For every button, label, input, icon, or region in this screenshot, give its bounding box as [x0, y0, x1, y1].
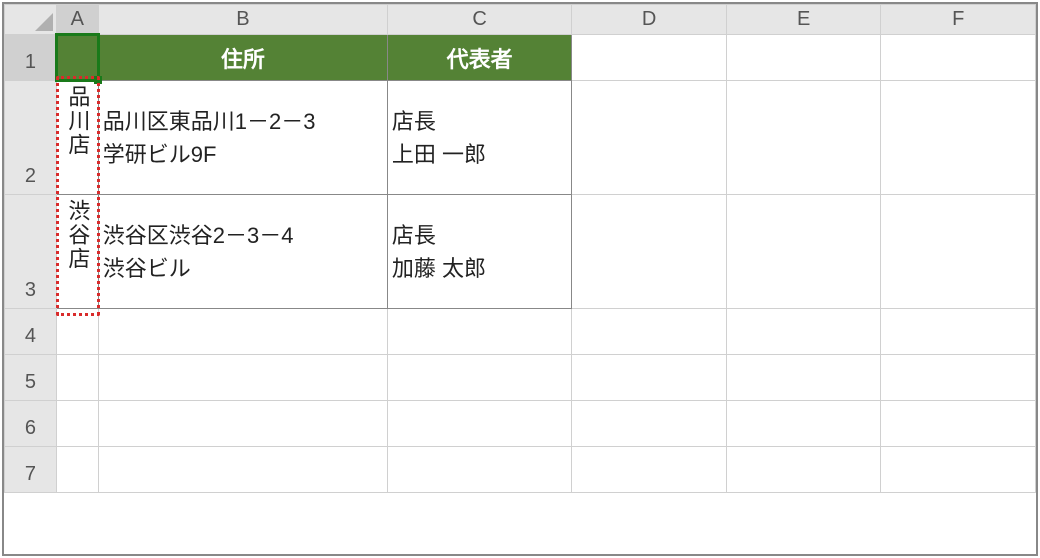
cell-B1[interactable]: 住所 [98, 35, 387, 81]
spreadsheet: A B C D E F 1 住所 代表者 2 品川 [2, 2, 1038, 556]
cell-A2[interactable]: 品川店 [56, 81, 98, 195]
cell-C4[interactable] [387, 309, 571, 355]
col-header-A[interactable]: A [56, 5, 98, 35]
row-header-1[interactable]: 1 [5, 35, 57, 81]
row-4: 4 [5, 309, 1036, 355]
cell-D6[interactable] [572, 401, 727, 447]
cell-D2[interactable] [572, 81, 727, 195]
cell-E4[interactable] [726, 309, 881, 355]
column-header-row: A B C D E F [5, 5, 1036, 35]
cell-D3[interactable] [572, 195, 727, 309]
row-header-4[interactable]: 4 [5, 309, 57, 355]
cell-E3[interactable] [726, 195, 881, 309]
col-header-F[interactable]: F [881, 5, 1036, 35]
row-header-7[interactable]: 7 [5, 447, 57, 493]
grid-table: A B C D E F 1 住所 代表者 2 品川 [4, 4, 1036, 493]
cell-C2[interactable]: 店長 上田 一郎 [387, 81, 571, 195]
cell-E7[interactable] [726, 447, 881, 493]
cell-B4[interactable] [98, 309, 387, 355]
row-header-5[interactable]: 5 [5, 355, 57, 401]
select-all-corner[interactable] [5, 5, 57, 35]
row-1: 1 住所 代表者 [5, 35, 1036, 81]
cell-B3[interactable]: 渋谷区渋谷2－3－4 渋谷ビル [98, 195, 387, 309]
row-2: 2 品川店 品川区東品川1－2－3 学研ビル9F 店長 上田 一郎 [5, 81, 1036, 195]
cell-F4[interactable] [881, 309, 1036, 355]
row-6: 6 [5, 401, 1036, 447]
cell-C6[interactable] [387, 401, 571, 447]
cell-C7[interactable] [387, 447, 571, 493]
cell-C1[interactable]: 代表者 [387, 35, 571, 81]
cell-E5[interactable] [726, 355, 881, 401]
row-5: 5 [5, 355, 1036, 401]
cell-A5[interactable] [56, 355, 98, 401]
row-header-2[interactable]: 2 [5, 81, 57, 195]
cell-E6[interactable] [726, 401, 881, 447]
cell-E1[interactable] [726, 35, 881, 81]
cell-A7[interactable] [56, 447, 98, 493]
cell-C3[interactable]: 店長 加藤 太郎 [387, 195, 571, 309]
cell-D5[interactable] [572, 355, 727, 401]
col-header-B[interactable]: B [98, 5, 387, 35]
cell-A3[interactable]: 渋谷店 [56, 195, 98, 309]
cell-A4[interactable] [56, 309, 98, 355]
cell-E2[interactable] [726, 81, 881, 195]
row-7: 7 [5, 447, 1036, 493]
col-header-D[interactable]: D [572, 5, 727, 35]
cell-B2[interactable]: 品川区東品川1－2－3 学研ビル9F [98, 81, 387, 195]
cell-B5[interactable] [98, 355, 387, 401]
grid-wrapper: A B C D E F 1 住所 代表者 2 品川 [4, 4, 1036, 493]
selection-box [55, 33, 100, 82]
col-header-C[interactable]: C [387, 5, 571, 35]
row-3: 3 渋谷店 渋谷区渋谷2－3－4 渋谷ビル 店長 加藤 太郎 [5, 195, 1036, 309]
cell-D4[interactable] [572, 309, 727, 355]
cell-F3[interactable] [881, 195, 1036, 309]
row-header-6[interactable]: 6 [5, 401, 57, 447]
fill-handle[interactable] [94, 76, 102, 84]
cell-F7[interactable] [881, 447, 1036, 493]
cell-D7[interactable] [572, 447, 727, 493]
row-header-3[interactable]: 3 [5, 195, 57, 309]
cell-D1[interactable] [572, 35, 727, 81]
cell-A6[interactable] [56, 401, 98, 447]
cell-F2[interactable] [881, 81, 1036, 195]
col-header-E[interactable]: E [726, 5, 881, 35]
cell-C5[interactable] [387, 355, 571, 401]
cell-F6[interactable] [881, 401, 1036, 447]
cell-B7[interactable] [98, 447, 387, 493]
cell-A1[interactable] [56, 35, 98, 81]
cell-B6[interactable] [98, 401, 387, 447]
cell-F5[interactable] [881, 355, 1036, 401]
cell-F1[interactable] [881, 35, 1036, 81]
